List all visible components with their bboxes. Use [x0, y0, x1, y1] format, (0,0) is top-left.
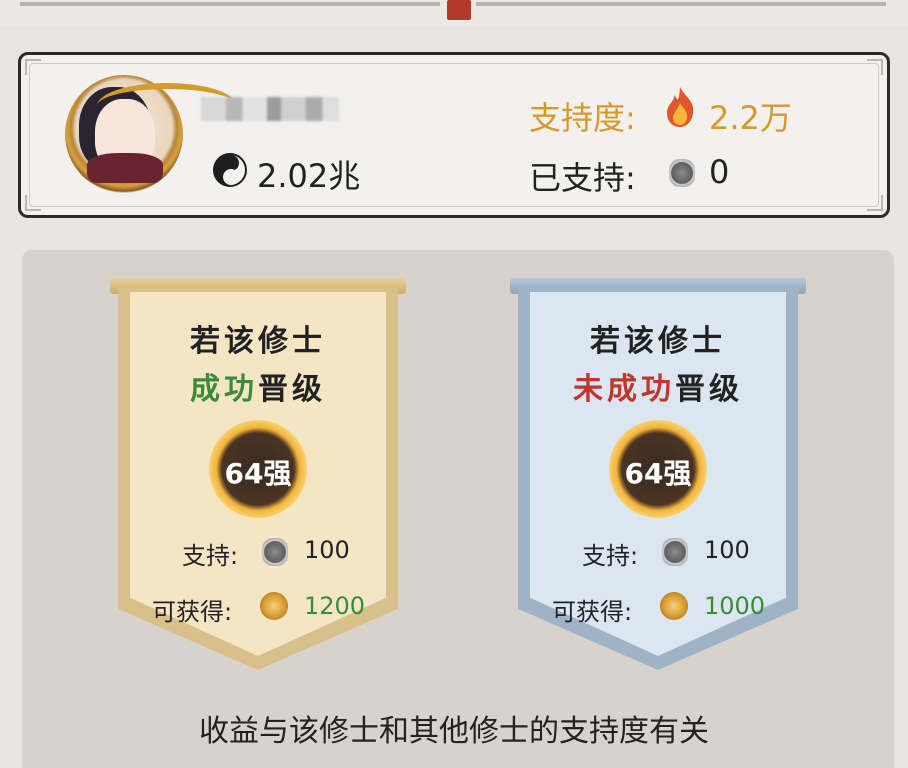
avatar-robe — [87, 153, 163, 183]
support-degree-label: 支持度: — [529, 99, 636, 137]
yin-yang-icon — [213, 153, 247, 187]
banner-title-line1: 若该修士 — [190, 324, 326, 359]
corner-ornament — [867, 195, 883, 211]
reward-value: 1200 — [304, 592, 366, 620]
power-value: 2.02兆 — [257, 157, 361, 195]
support-degree-value: 2.2万 — [709, 99, 792, 137]
success-word: 成功 — [190, 372, 258, 407]
earnings-note: 收益与该修士和其他修士的支持度有关 — [199, 714, 709, 749]
support-amount-value: 100 — [704, 536, 750, 564]
support-amount-value: 100 — [304, 536, 350, 564]
support-amount-label: 支持: — [182, 542, 239, 570]
support-amount-label: 支持: — [582, 542, 639, 570]
support-token-icon — [662, 538, 688, 566]
reward-label: 可获得: — [152, 598, 233, 626]
fail-word: 未成功 — [573, 372, 675, 407]
advance-word: 晋级 — [258, 372, 326, 407]
reward-coin-icon — [660, 592, 688, 620]
cultivator-profile-card: 2.02兆 支持度: 2.2万 已支持: 0 — [18, 52, 890, 218]
fire-icon — [667, 87, 694, 127]
banner-title-line2: 未成功晋级 — [518, 364, 798, 408]
advance-word: 晋级 — [675, 372, 743, 407]
top-strip — [0, 0, 908, 26]
already-supported-value: 0 — [709, 153, 730, 191]
option-success-banner[interactable]: 若该修士 成功晋级 64强 支持: 100 可获得: 1200 — [110, 278, 406, 670]
top-divider-left — [20, 2, 440, 6]
rank-orb: 64强 — [209, 420, 307, 518]
reward-value: 1000 — [704, 592, 766, 620]
option-fail-banner[interactable]: 若该修士 未成功晋级 64强 支持: 100 可获得: 1000 — [510, 278, 806, 670]
support-token-icon — [669, 159, 695, 187]
banner-title-line1: 若该修士 — [590, 324, 726, 359]
cultivator-name-blurred — [201, 97, 339, 121]
corner-ornament — [25, 59, 41, 75]
support-token-icon — [262, 538, 288, 566]
corner-ornament — [867, 59, 883, 75]
red-seal-icon — [447, 0, 471, 20]
already-supported-label: 已支持: — [529, 159, 636, 197]
reward-coin-icon — [260, 592, 288, 620]
reward-label: 可获得: — [552, 598, 633, 626]
rank-orb: 64强 — [609, 420, 707, 518]
top-divider-right — [476, 2, 886, 6]
banner-title-line2: 成功晋级 — [118, 364, 398, 408]
rank-label: 64强 — [224, 457, 292, 490]
cultivator-avatar[interactable] — [65, 75, 237, 193]
corner-ornament — [25, 195, 41, 211]
rank-label: 64强 — [624, 457, 692, 490]
